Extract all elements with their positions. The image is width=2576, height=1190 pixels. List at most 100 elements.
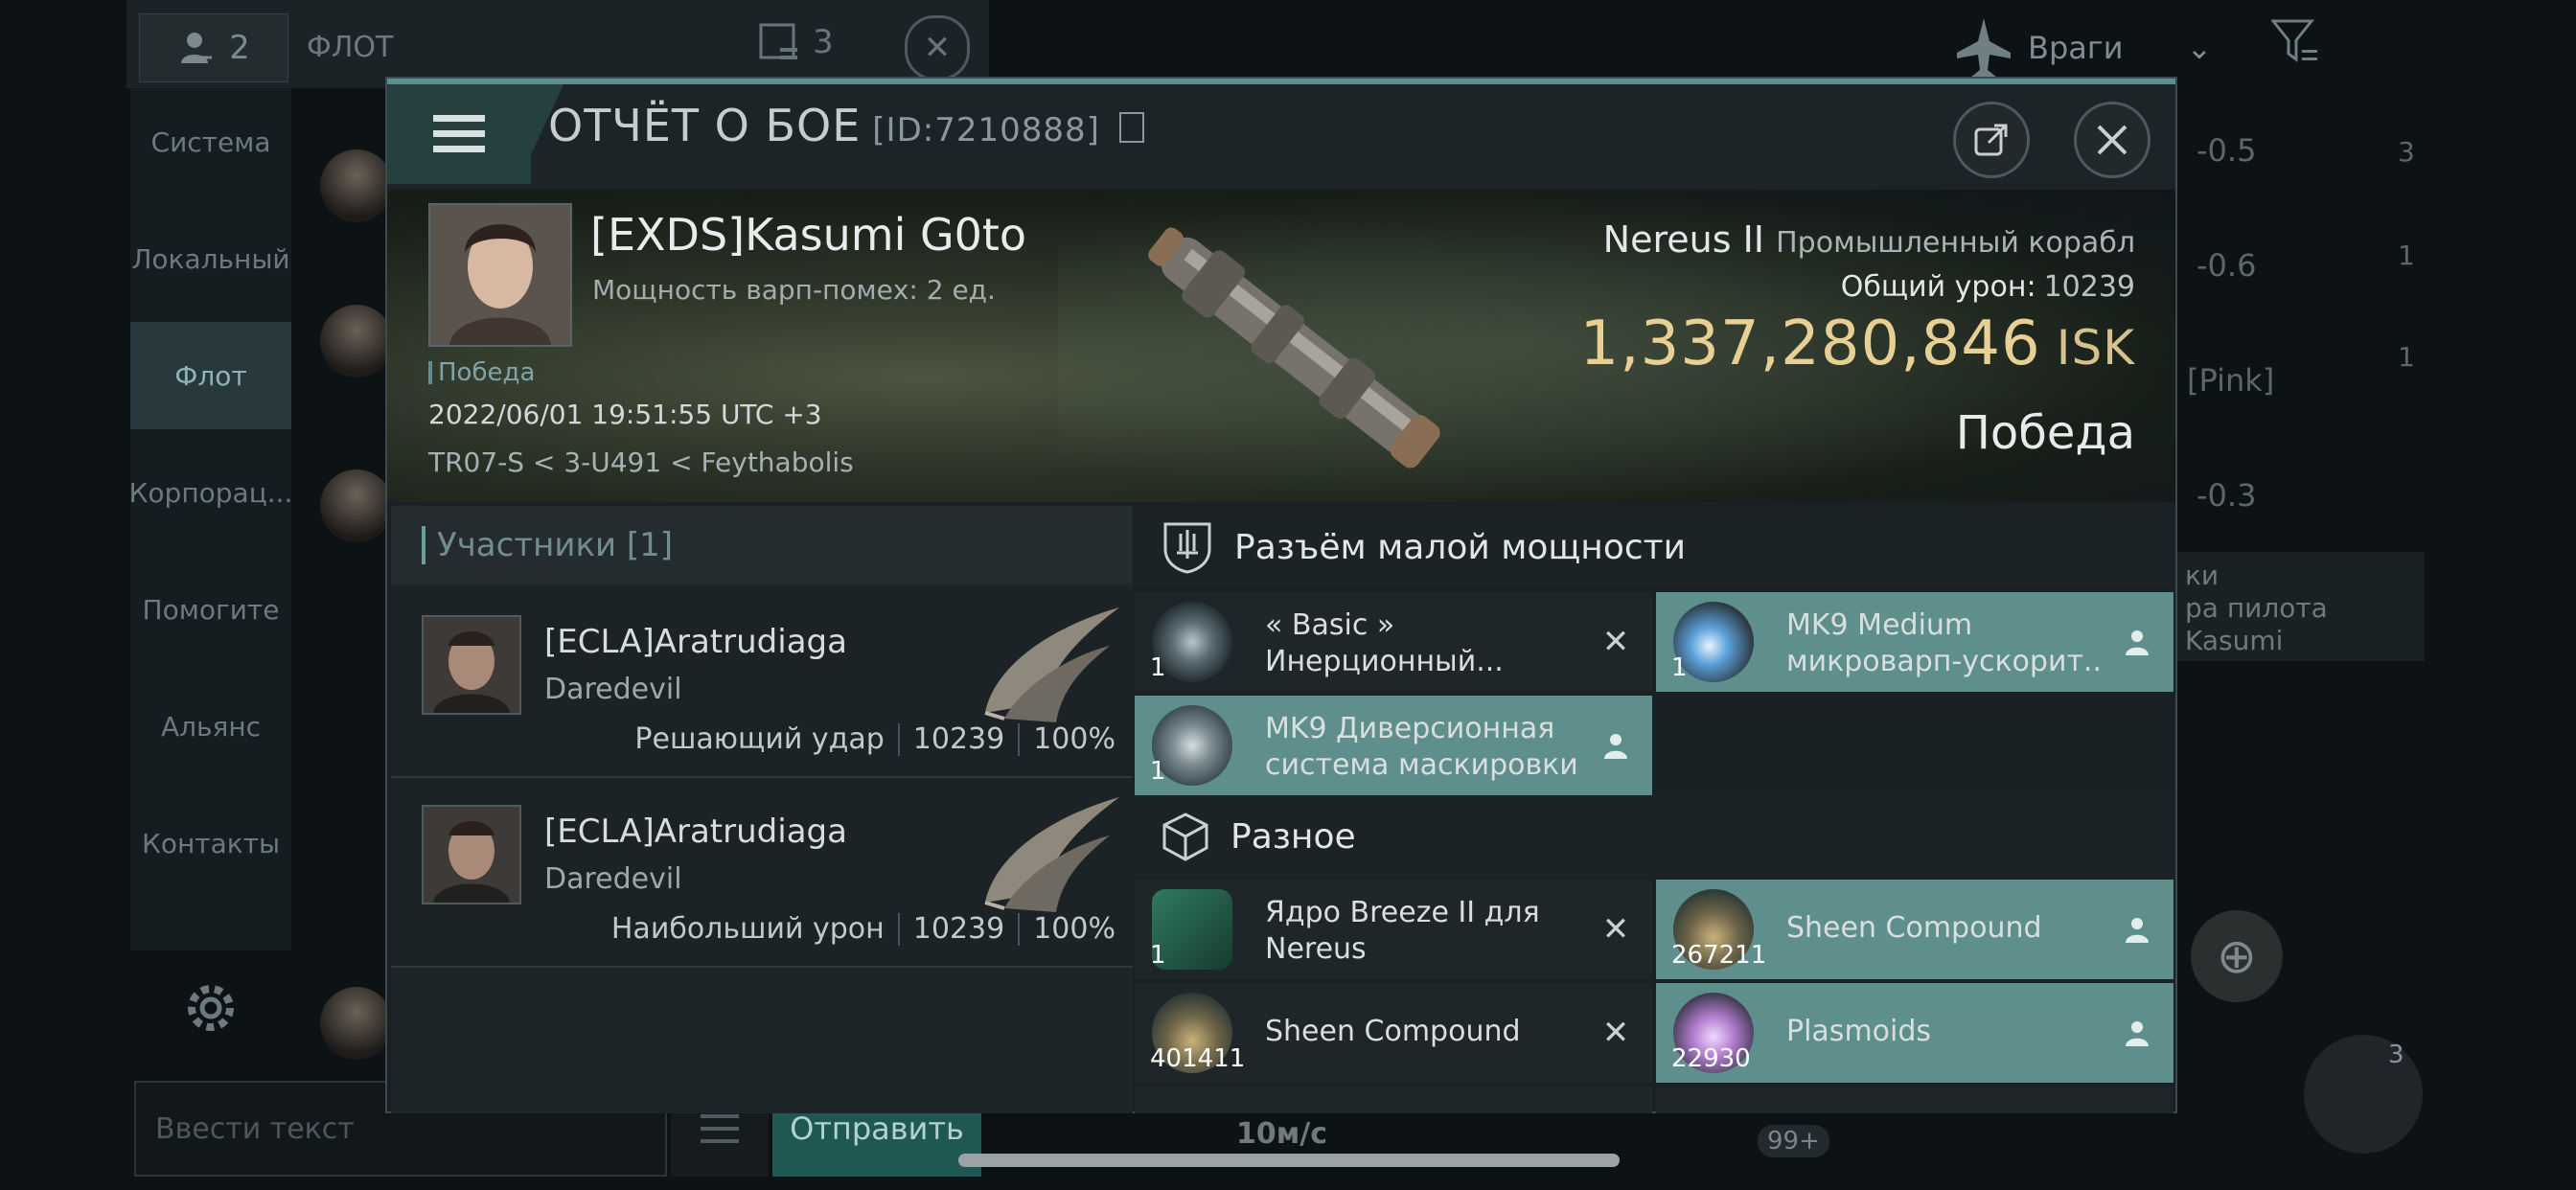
participant-avatar xyxy=(422,615,521,715)
victim-ship[interactable]: Nereus II Промышленный корабл xyxy=(1603,218,2135,261)
badge-99: 99+ xyxy=(1758,1125,1829,1157)
item-name: Ядро Breeze II для Nereus xyxy=(1265,896,1540,966)
participant-stats: Решающий удар 10239 100% xyxy=(634,722,1116,756)
tab-corporation[interactable]: Корпорац... xyxy=(129,439,293,546)
side-badge: 3 xyxy=(2398,136,2415,168)
item-name: Sheen Compound xyxy=(1786,911,2042,945)
item-slot[interactable] xyxy=(1656,1087,2174,1113)
turret-badge: 3 xyxy=(2388,1041,2404,1069)
close-icon xyxy=(2097,125,2128,155)
warp-strength: Мощность варп-помех: 2 ед. xyxy=(592,274,996,306)
item-name: MK9 Medium микроварп-ускорит.... xyxy=(1786,608,2103,678)
dropped-person-icon xyxy=(2118,623,2156,661)
fleet-close-icon[interactable]: ✕ xyxy=(905,15,970,80)
kill-datetime: 2022/06/01 19:51:55 UTC +3 xyxy=(428,399,822,430)
isk-value: 1,337,280,846 ISK xyxy=(1579,309,2135,379)
item-slot[interactable]: 1 Ядро Breeze II для Nereus ✕ xyxy=(1135,880,1652,979)
copy-icon[interactable] xyxy=(1118,112,1144,143)
item-name: « Basic » Инерционный... xyxy=(1265,608,1504,678)
kill-summary: [EXDS]Kasumi G0to Мощность варп-помех: 2… xyxy=(387,190,2175,502)
destroyed-icon: ✕ xyxy=(1601,1014,1630,1052)
participant-stats: Наибольший урон 10239 100% xyxy=(610,912,1116,946)
item-slot[interactable]: 1 MK9 Medium микроварп-ускорит.... xyxy=(1656,592,2174,692)
dropped-person-icon xyxy=(2118,1014,2156,1052)
participant-ship-image xyxy=(966,598,1129,732)
share-button[interactable] xyxy=(1953,102,2030,178)
hamburger-icon xyxy=(433,115,485,152)
item-slot[interactable]: 267211 Sheen Compound xyxy=(1656,880,2174,979)
filter-icon[interactable] xyxy=(2269,17,2319,71)
chat-avatar xyxy=(320,305,393,378)
chat-avatar xyxy=(320,149,393,222)
participant-name: [ECLA]Aratrudiaga xyxy=(544,812,847,851)
tab-contacts[interactable]: Контакты xyxy=(130,790,291,897)
fleet-label: ФЛОТ xyxy=(307,30,394,64)
destroyed-icon: ✕ xyxy=(1601,623,1630,661)
tab-local[interactable]: Локальный xyxy=(130,205,291,312)
section-header-misc: Разное xyxy=(1135,795,2175,878)
victim-ship-image xyxy=(1116,197,1470,498)
tab-alliance[interactable]: Альянс xyxy=(130,673,291,780)
item-slot[interactable]: 401411 Sheen Compound ✕ xyxy=(1135,983,1652,1083)
person-icon xyxy=(181,33,213,63)
close-button[interactable] xyxy=(2074,102,2150,178)
total-damage: Общий урон: 10239 xyxy=(1840,270,2135,304)
chat-sidebar: Система Локальный Флот Корпорац... Помог… xyxy=(129,88,293,1031)
fleet-list-counter[interactable]: 3 xyxy=(757,21,834,63)
tab-fleet[interactable]: Флот xyxy=(130,322,291,429)
item-name: Sheen Compound xyxy=(1265,1015,1521,1048)
battle-report-modal: ОТЧЁТ О БОЕ [ID:7210888] [EXDS]Kasumi G0t… xyxy=(385,77,2177,1113)
kill-location[interactable]: TR07-S < 3-U491 < Feythabolis xyxy=(428,446,854,478)
report-id[interactable]: [ID:7210888] xyxy=(872,111,1100,149)
participant-row[interactable]: [ECLA]Aratrudiaga Daredevil Наибольший у… xyxy=(391,778,1133,968)
participant-name: [ECLA]Aratrudiaga xyxy=(544,623,847,661)
add-icon[interactable]: ⊕ xyxy=(2191,910,2283,1002)
turret-button[interactable] xyxy=(2304,1035,2423,1154)
section-header-low-slot: Разъём малой мощности xyxy=(1135,506,2175,588)
tab-system[interactable]: Система xyxy=(130,88,291,195)
chevron-down-icon: ⌄ xyxy=(2186,30,2213,66)
side-badge: 1 xyxy=(2398,341,2415,373)
gear-icon[interactable] xyxy=(178,975,243,1041)
member-count-value: 2 xyxy=(229,29,250,67)
tab-help[interactable]: Помогите xyxy=(130,556,291,663)
list-icon xyxy=(759,23,797,59)
chat-avatar xyxy=(320,987,393,1060)
item-slot[interactable]: 1 MK9 Диверсионная система маскировки xyxy=(1135,696,1652,795)
side-text: ки ра пилота Kasumi xyxy=(2185,560,2328,656)
item-name: Plasmoids xyxy=(1786,1015,1932,1048)
victim-name[interactable]: [EXDS]Kasumi G0to xyxy=(590,209,1026,261)
side-badge: 1 xyxy=(2398,240,2415,271)
participant-avatar xyxy=(422,805,521,904)
item-slot[interactable]: 1 « Basic » Инерционный... ✕ xyxy=(1135,592,1652,692)
side-value: -0.6 xyxy=(2196,247,2257,284)
items-list: Разъём малой мощности 1 « Basic » Инерцио… xyxy=(1135,506,2175,1113)
result-tag: Победа xyxy=(428,358,535,387)
chat-avatar xyxy=(320,469,393,542)
participant-ship: Daredevil xyxy=(544,862,682,896)
share-icon xyxy=(1974,124,2008,156)
dropped-person-icon xyxy=(1597,726,1635,765)
participant-ship-image xyxy=(966,788,1129,922)
destroyed-icon: ✕ xyxy=(1601,910,1630,949)
item-name: MK9 Диверсионная система маскировки xyxy=(1265,712,1578,782)
page-title: ОТЧЁТ О БОЕ [ID:7210888] xyxy=(548,100,1144,151)
fleet-member-count[interactable]: 2 xyxy=(139,13,288,82)
dropped-person-icon xyxy=(2118,910,2156,949)
side-value: -0.3 xyxy=(2196,477,2257,514)
participants-panel: Участники [1] [ECLA]Aratrudiaga Daredevi… xyxy=(391,506,1133,1113)
outcome-label: Победа xyxy=(1955,406,2135,460)
ship-silhouette-icon xyxy=(1957,18,2011,78)
side-value: [Pink] xyxy=(2187,362,2275,399)
cube-icon xyxy=(1162,812,1208,861)
participants-header: Участники [1] xyxy=(391,506,1133,584)
side-value: -0.5 xyxy=(2196,132,2257,169)
participant-row[interactable]: [ECLA]Aratrudiaga Daredevil Решающий уда… xyxy=(391,588,1133,778)
enemy-filter-dropdown[interactable]: Враги ⌄ xyxy=(1955,10,2242,86)
item-slot[interactable]: 22930 Plasmoids xyxy=(1656,983,2174,1083)
home-indicator xyxy=(958,1154,1620,1167)
item-slot[interactable] xyxy=(1135,1087,1652,1113)
victim-portrait[interactable] xyxy=(428,203,572,347)
speed-readout: 10м/с xyxy=(1236,1117,1328,1151)
menu-button[interactable] xyxy=(387,84,531,184)
